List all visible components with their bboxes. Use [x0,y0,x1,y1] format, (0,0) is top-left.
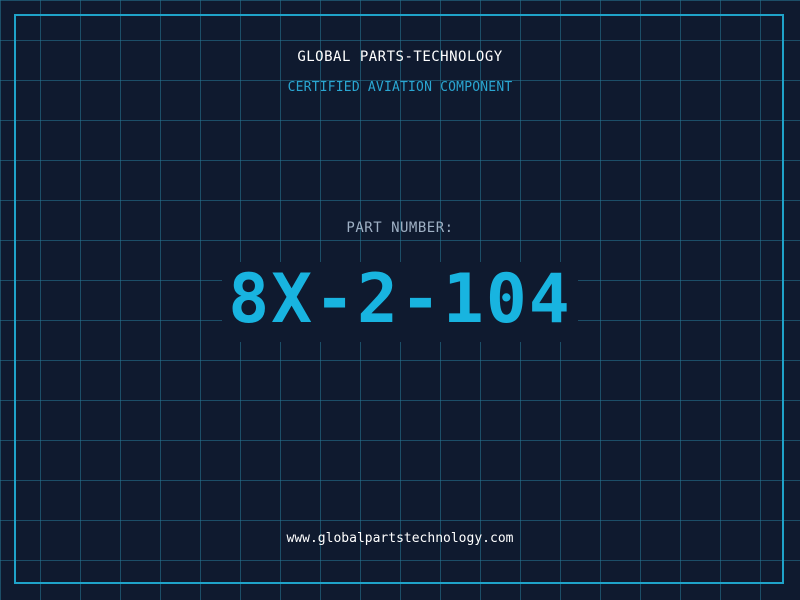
part-number-label: PART NUMBER: [346,220,454,236]
company-name: GLOBAL PARTS-TECHNOLOGY [297,49,503,65]
part-number-container: 8X-2-104 [0,262,800,342]
website-url: www.globalpartstechnology.com [286,531,514,546]
subtitle: CERTIFIED AVIATION COMPONENT [287,80,513,95]
part-number: 8X-2-104 [222,262,578,342]
